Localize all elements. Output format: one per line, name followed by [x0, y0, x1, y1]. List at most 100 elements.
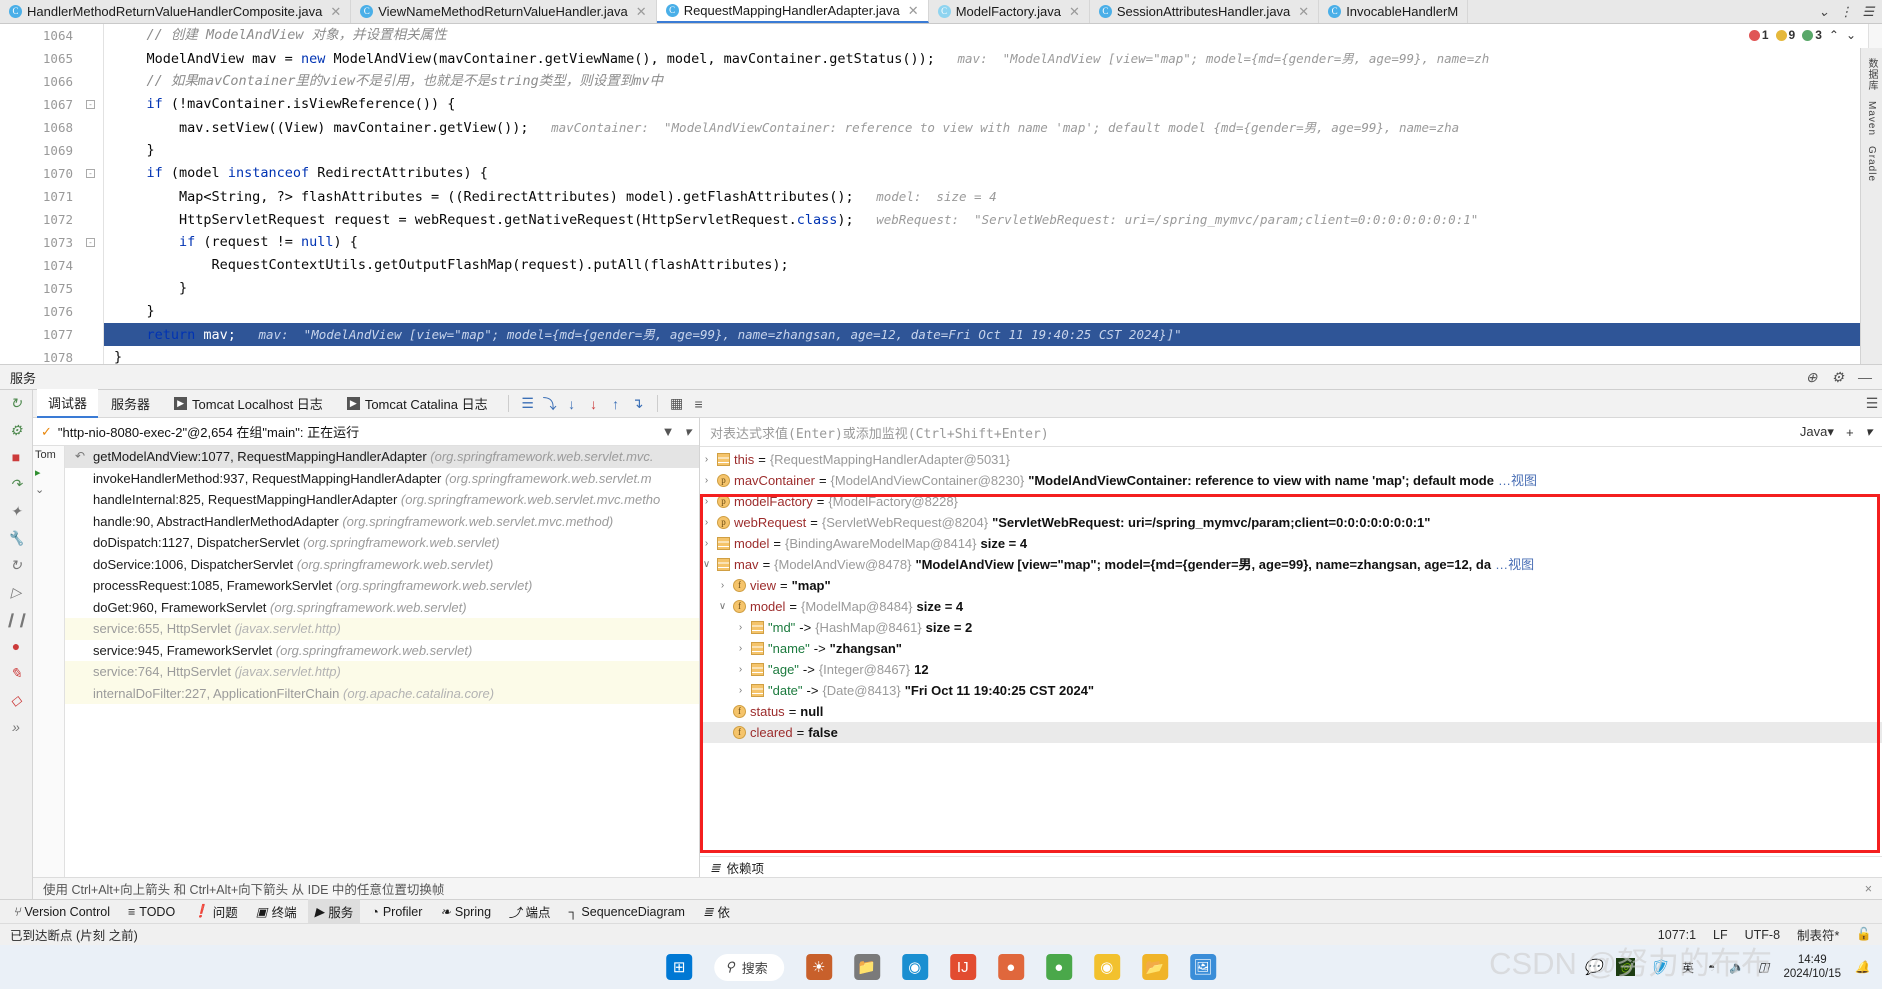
code-line[interactable]: }: [104, 139, 1882, 162]
rerun-icon[interactable]: ↻: [10, 396, 22, 410]
code-editor[interactable]: 1064 1065 1066 1067-1068 1069 1070-1071 1072 10…: [0, 24, 1882, 364]
stack-frame-9[interactable]: service:945, FrameworkServlet (org.sprin…: [65, 640, 699, 662]
editor-tab-2[interactable]: C RequestMappingHandlerAdapter.java ✕: [656, 0, 929, 23]
error-badge[interactable]: 1: [1748, 28, 1769, 42]
tool-window-2[interactable]: ❗ 问题: [186, 899, 245, 924]
code-line[interactable]: mav.setView((View) mavContainer.getView(…: [104, 116, 1882, 139]
stack-frame-10[interactable]: service:764, HttpServlet (javax.servlet.…: [65, 661, 699, 683]
chrome-icon[interactable]: ◉: [1093, 954, 1120, 980]
photos-icon[interactable]: 🖼: [1189, 954, 1216, 980]
collapse-icon[interactable]: ☰: [1862, 395, 1882, 412]
variable-row-10[interactable]: › "age" -> {Integer@8467} 12: [700, 659, 1882, 680]
fold-icon[interactable]: -: [86, 100, 95, 109]
debug-tab-2[interactable]: ▶ Tomcat Localhost 日志: [163, 390, 334, 417]
tool-window-8[interactable]: ┐ SequenceDiagram: [562, 902, 692, 922]
caret-position[interactable]: 1077:1: [1658, 928, 1696, 942]
step-into-icon[interactable]: ↓: [562, 396, 582, 412]
force-step-into-icon[interactable]: ↓: [584, 396, 604, 412]
rerun-failed-icon[interactable]: ⚙: [10, 423, 23, 437]
stack-frame-7[interactable]: doGet:960, FrameworkServlet (org.springf…: [65, 597, 699, 619]
settings-icon[interactable]: ≡: [689, 396, 709, 412]
indent-setting[interactable]: 制表符*: [1797, 925, 1839, 944]
thread-tree-node[interactable]: Tom: [33, 446, 64, 464]
expand-arrow[interactable]: ›: [700, 449, 713, 470]
wifi-icon[interactable]: ◓: [1708, 960, 1715, 974]
code-line[interactable]: }: [104, 300, 1882, 323]
close-icon[interactable]: ✕: [908, 3, 919, 19]
security-icon[interactable]: 🛡: [1649, 958, 1668, 976]
browser-icon[interactable]: ●: [997, 954, 1024, 980]
resume-icon[interactable]: ▷: [11, 585, 22, 599]
menu-icon[interactable]: ☰: [1862, 4, 1874, 20]
edge-icon[interactable]: ◉: [901, 954, 928, 980]
debug-tab-0[interactable]: 调试器: [37, 389, 99, 418]
thread-expand-icon[interactable]: ⌄: [33, 481, 64, 498]
code-line[interactable]: }: [104, 277, 1882, 300]
expand-arrow[interactable]: ›: [716, 575, 729, 596]
add-watch-icon[interactable]: +: [1846, 425, 1854, 440]
variable-row-8[interactable]: › "md" -> {HashMap@8461} size = 2: [700, 617, 1882, 638]
threads-tree[interactable]: Tom ▸ ⌄: [33, 446, 65, 877]
step-over-icon[interactable]: ⤵: [540, 394, 560, 414]
code-line[interactable]: Map<String, ?> flashAttributes = ((Redir…: [104, 185, 1882, 208]
expand-arrow[interactable]: ›: [700, 512, 713, 533]
variables-tree[interactable]: › this = {RequestMappingHandlerAdapter@50…: [700, 447, 1882, 856]
close-icon[interactable]: ✕: [1069, 4, 1080, 20]
debug-tab-3[interactable]: ▶ Tomcat Catalina 日志: [336, 390, 499, 417]
stack-frame-1[interactable]: invokeHandlerMethod:937, RequestMappingH…: [65, 468, 699, 490]
variable-row-3[interactable]: › p webRequest = {ServletWebRequest@8204} …: [700, 512, 1882, 533]
stop-icon[interactable]: ■: [12, 450, 20, 464]
globe-icon[interactable]: ⊕: [1806, 369, 1818, 386]
layout-icon[interactable]: ☰: [518, 395, 538, 412]
chevron-up-icon[interactable]: ⌃: [1829, 28, 1839, 42]
fold-icon[interactable]: -: [86, 169, 95, 178]
start-button-icon[interactable]: ⊞: [666, 954, 693, 980]
record-icon[interactable]: ●: [12, 639, 20, 653]
debugger-toolbar[interactable]: 调试器 服务器 ▶ Tomcat Localhost 日志 ▶ Tomcat Catali…: [33, 389, 1882, 418]
editor-tab-5[interactable]: C InvocableHandlerM: [1319, 0, 1469, 23]
tool-window-1[interactable]: ≡ TODO: [121, 902, 182, 922]
idea-icon[interactable]: IJ: [949, 954, 976, 980]
expand-arrow[interactable]: ›: [734, 638, 747, 659]
code-line[interactable]: if (!mavContainer.isViewReference()) {: [104, 93, 1882, 116]
close-icon[interactable]: ×: [1865, 882, 1872, 896]
thread-dropdown-icon[interactable]: ▾: [684, 424, 691, 440]
taskbar-search[interactable]: ⚲ 搜索: [714, 953, 784, 981]
lock-icon[interactable]: 🔓: [1856, 927, 1872, 942]
mute-breakpoints-icon[interactable]: ◇: [11, 693, 22, 707]
windows-taskbar[interactable]: ⊞ ⚲ 搜索 ☀ 📁 ◉ IJ ● ● ◉ 📂 🖼 CSDN @努力的布布 💬 …: [0, 945, 1882, 989]
variable-row-1[interactable]: › p mavContainer = {ModelAndViewContainer@…: [700, 470, 1882, 491]
close-icon[interactable]: ✕: [1298, 4, 1309, 20]
nvidia-icon[interactable]: ◎: [1616, 958, 1635, 976]
expand-arrow[interactable]: ›: [734, 659, 747, 680]
tool-window-4[interactable]: ▶ 服务: [307, 899, 361, 924]
camera-icon[interactable]: ✎: [10, 666, 22, 680]
tool-window-7[interactable]: ⤴ 端点: [502, 899, 558, 924]
expand-arrow[interactable]: ›: [734, 680, 747, 701]
battery-icon[interactable]: ◫: [1758, 960, 1769, 974]
editor-tab-3[interactable]: C ModelFactory.java ✕: [929, 0, 1090, 23]
thread-run-icon[interactable]: ▸: [33, 464, 64, 481]
variable-row-11[interactable]: › "date" -> {Date@8413} "Fri Oct 11 19:40…: [700, 680, 1882, 701]
more-icon[interactable]: ⋮: [1839, 4, 1852, 20]
stack-frame-8[interactable]: service:655, HttpServlet (javax.servlet.…: [65, 618, 699, 640]
code-line[interactable]: if (request != null) {: [104, 231, 1882, 254]
variable-row-0[interactable]: › this = {RequestMappingHandlerAdapter@50…: [700, 449, 1882, 470]
evaluate-expression-bar[interactable]: 对表达式求值(Enter)或添加监视(Ctrl+Shift+Enter) Jav…: [700, 418, 1882, 447]
editor-tab-0[interactable]: C HandlerMethodReturnValueHandlerComposit…: [0, 0, 352, 23]
files-icon[interactable]: 📂: [1141, 954, 1168, 980]
expand-arrow[interactable]: ›: [734, 617, 747, 638]
code-line[interactable]: HttpServletRequest request = webRequest.…: [104, 208, 1882, 231]
code-line[interactable]: }: [104, 346, 1882, 364]
editor-tab-1[interactable]: C ViewNameMethodReturnValueHandler.java ✕: [351, 0, 657, 23]
stack-frame-4[interactable]: doDispatch:1127, DispatcherServlet (org.…: [65, 532, 699, 554]
expand-arrow[interactable]: ∨: [700, 554, 713, 575]
expand-arrow[interactable]: ›: [700, 470, 713, 491]
volume-icon[interactable]: 🔈: [1729, 960, 1744, 974]
warning-badge[interactable]: 9: [1775, 28, 1795, 42]
chevron-down-icon[interactable]: ⌄: [1846, 28, 1856, 42]
chevron-down-icon[interactable]: ⌄: [1818, 4, 1829, 20]
code-line[interactable]: RequestContextUtils.getOutputFlashMap(re…: [104, 254, 1882, 277]
stack-frame-6[interactable]: processRequest:1085, FrameworkServlet (o…: [65, 575, 699, 597]
editor-gutter[interactable]: 1064 1065 1066 1067-1068 1069 1070-1071 1072 10…: [0, 24, 104, 364]
